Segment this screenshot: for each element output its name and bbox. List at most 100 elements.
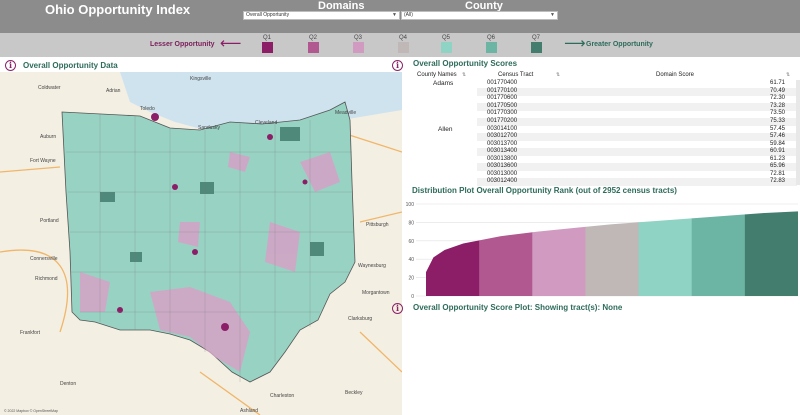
info-icon[interactable]: i [392,303,403,314]
info-icon[interactable]: i [392,60,403,71]
city-label: Morgantown [362,290,390,296]
chevron-down-icon: ▼ [550,12,555,18]
y-tick-label: 20 [408,276,414,282]
domain-score: 61.71 [769,80,785,86]
census-tract: 001770400 [487,80,518,86]
band-q1[interactable] [426,204,480,296]
legend-q2[interactable]: Q2 [306,35,320,53]
legend-q3[interactable]: Q3 [351,35,365,53]
county-name: Allen [438,125,453,133]
legend-swatch [485,42,497,53]
legend-q7[interactable]: Q7 [529,35,543,53]
legend-q6[interactable]: Q6 [484,35,498,53]
city-label: Adrian [106,88,121,94]
city-label: Richmond [35,276,58,282]
census-tract: 001770300 [487,110,518,116]
quintile-legend: Lesser Opportunity ⟵ Q1 Q2 Q3 Q4 Q5 Q6 Q7 ⟶ Gr… [0,33,800,57]
band-q7[interactable] [744,204,799,296]
city-label: Kingsville [190,76,211,82]
y-tick-label: 40 [408,257,414,263]
legend-swatch [530,42,542,53]
band-q3[interactable] [532,204,586,296]
domain-score: 73.50 [769,110,785,116]
census-tract: 001770200 [487,117,518,124]
y-tick-label: 0 [411,294,414,300]
domain-score: 61.23 [769,155,785,162]
table-row[interactable]: 001770200 75.33 [477,117,797,126]
y-tick-label: 60 [408,239,414,245]
city-label: Frankfort [20,330,41,336]
domain-score: 59.84 [769,140,785,147]
city-label: Charleston [270,393,294,399]
ohio-map[interactable]: Kingsville Coldwater Adrian Toledo Sandusky C… [0,72,402,415]
city-label: Cleveland [255,120,277,126]
city-label: Fort Wayne [30,158,56,164]
domain-score: 57.46 [769,133,785,139]
band-q5[interactable] [638,204,693,296]
band-q6[interactable] [691,204,746,296]
census-tract: 001770100 [487,87,518,94]
census-tract: 003013000 [487,170,518,177]
city-label: Portland [40,218,59,224]
city-label: Pittsburgh [366,222,389,228]
sort-icon[interactable]: ⇅ [556,72,560,78]
county-name: Adams [433,80,454,87]
domain-score: 72.81 [769,170,785,177]
legend-q4[interactable]: Q4 [396,35,410,53]
lesser-opportunity-label: Lesser Opportunity [150,41,215,48]
legend-q5[interactable]: Q5 [439,35,453,53]
scores-title: Overall Opportunity Scores [413,59,518,68]
arrow-left-icon: ⟵ [220,35,242,52]
sort-icon[interactable]: ⇅ [462,72,466,78]
census-tract: 003012400 [487,178,518,184]
header-bar: Ohio Opportunity Index Domains County Ov… [0,0,800,33]
distribution-title: Distribution Plot Overall Opportunity Ra… [412,186,677,195]
legend-swatch [352,42,364,53]
city-label: Clarksburg [348,316,372,322]
legend-label: Q4 [398,35,407,41]
info-icon[interactable]: i [5,60,16,71]
legend-swatch [307,42,319,53]
band-q2[interactable] [479,204,533,296]
y-tick-label: 100 [406,202,415,208]
scores-table: County Names ⇅ Census Tract ⇅ Domain Sco… [410,70,800,186]
col-county-header: County Names [417,72,457,78]
domain-score: 72.30 [769,95,785,101]
city-label: Connersville [30,256,58,262]
map-title: Overall Opportunity Data [23,61,118,70]
legend-label: Q5 [441,35,450,41]
city-label: Meadville [335,110,356,116]
city-label: Denton [60,381,76,387]
legend-q1[interactable]: Q1 [260,35,274,53]
domain-score: 75.33 [769,117,785,124]
legend-swatch [261,42,273,53]
legend-label: Q1 [262,35,271,41]
table-row[interactable]: 003012400 72.83 [477,178,797,186]
legend-swatch [397,42,409,53]
map-attribution: © 2022 Mapbox © OpenStreetMap [4,409,58,413]
city-label: Ashland [240,408,258,414]
domain-score: 65.96 [769,163,785,169]
distribution-chart[interactable]: 0 20 40 60 80 100 [400,196,800,300]
city-label: Waynesburg [358,263,386,269]
city-label: Sandusky [198,125,220,131]
domain-score: 60.91 [769,148,785,154]
domain-score: 57.45 [769,125,785,132]
score-plot-title: Overall Opportunity Score Plot: Showing … [413,303,623,312]
y-tick-label: 80 [408,220,414,226]
sort-icon[interactable]: ⇅ [786,72,790,78]
census-tract: 003013400 [487,148,518,154]
census-tract: 003013800 [487,155,518,162]
city-label: Auburn [40,134,56,140]
census-tract: 001770500 [487,102,518,109]
city-label: Toledo [140,106,155,112]
county-select[interactable]: (All) ▼ [401,11,558,20]
band-q4[interactable] [585,204,640,296]
scrollbar[interactable] [796,80,800,185]
domain-select-value: Overall Opportunity [246,12,290,18]
domain-select[interactable]: Overall Opportunity ▼ [243,11,400,20]
arrow-right-icon: ⟶ [564,35,586,52]
city-label: Coldwater [38,85,61,91]
census-tract: 003013700 [487,140,518,147]
legend-swatch [440,42,452,53]
